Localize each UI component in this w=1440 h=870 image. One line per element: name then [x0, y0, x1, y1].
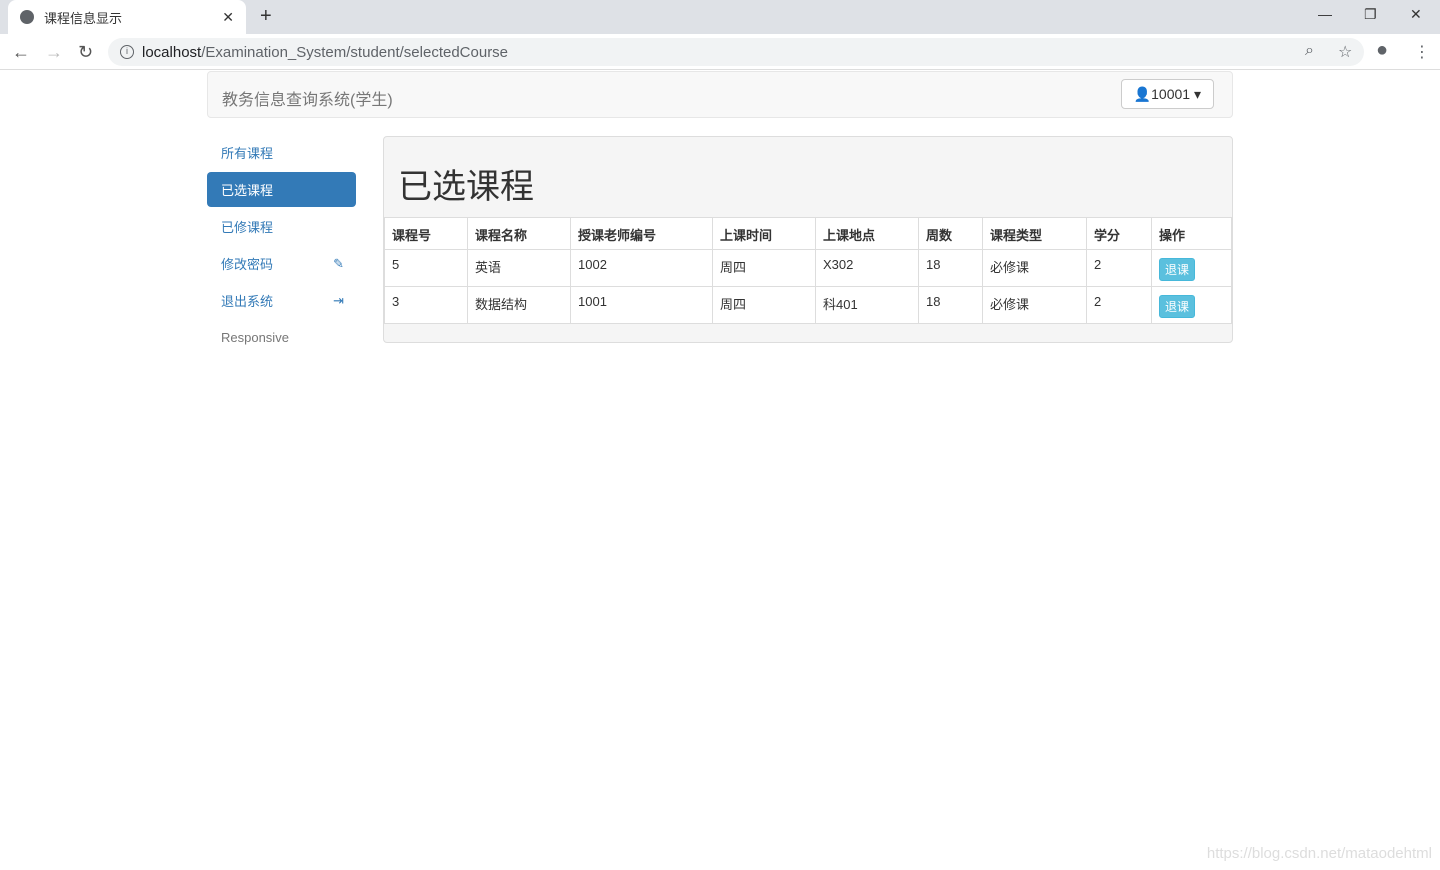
minimize-icon[interactable]: — [1318, 6, 1332, 22]
zoom-icon[interactable]: ⌕ [1305, 42, 1314, 60]
sidebar-item-completed-courses[interactable]: 已修课程 [207, 208, 356, 245]
table-cell: 周四 [712, 286, 816, 324]
watermark: https://blog.csdn.net/mataodehtml [1206, 845, 1432, 862]
sidebar-item-selected-courses[interactable]: 已选课程 [207, 172, 356, 207]
logout-icon: ⇥ [333, 292, 344, 308]
page-title: 已选课程 [398, 168, 534, 206]
restore-icon[interactable]: ❐ [1364, 6, 1377, 23]
url-host: localhost [142, 43, 202, 61]
table-header: 课程号 课程名称 授课老师编号 上课时间 上课地点 周数 课程类型 学分 操作 [384, 217, 1232, 250]
column-header: 课程类型 [982, 217, 1087, 250]
pencil-icon: ✎ [333, 255, 344, 271]
sidebar-item-change-password[interactable]: 修改密码 ✎ [207, 245, 356, 282]
column-header: 课程名称 [467, 217, 571, 250]
table-cell: 退课 [1151, 249, 1232, 287]
sidebar-item-label: Responsive [221, 330, 289, 345]
table-cell: 3 [384, 286, 468, 324]
browser-tab[interactable]: 课程信息显示 ✕ [8, 0, 246, 34]
sidebar-item-label: 退出系统 [221, 294, 274, 309]
table-cell: 18 [918, 249, 983, 287]
reload-icon[interactable]: ↻ [78, 42, 93, 63]
url-input[interactable]: i localhost/Examination_System/student/s… [108, 38, 1364, 66]
table-cell: X302 [815, 249, 919, 287]
globe-icon [20, 10, 34, 24]
tab-bar: 课程信息显示 ✕ + — ❐ ✕ [0, 0, 1440, 34]
user-dropdown-button[interactable]: 👤10001 ▾ [1120, 79, 1214, 109]
table-cell: 必修课 [982, 249, 1087, 287]
column-header: 上课地点 [815, 217, 919, 250]
column-header: 上课时间 [712, 217, 816, 250]
column-header: 周数 [918, 217, 983, 250]
sidebar-item-all-courses[interactable]: 所有课程 [207, 134, 356, 171]
table-cell: 18 [918, 286, 983, 324]
column-header: 课程号 [384, 217, 468, 250]
sidebar-item-label: 修改密码 [221, 257, 274, 272]
table-cell: 科401 [815, 286, 919, 324]
course-table: 课程号 课程名称 授课老师编号 上课时间 上课地点 周数 课程类型 学分 操作 5 英语 1002 周… [384, 217, 1232, 324]
caret-down-icon: ▾ [1193, 86, 1201, 102]
sidebar-item-label: 所有课程 [221, 146, 274, 161]
table-cell: 1001 [570, 286, 713, 324]
address-bar-row: ← → ↻ i localhost/Examination_System/stu… [0, 34, 1440, 70]
url-path: /Examination_System/student/selectedCour… [201, 43, 509, 61]
brand[interactable]: 教务信息查询系统(学生) [222, 86, 393, 110]
column-header: 操作 [1151, 217, 1232, 250]
column-header: 授课老师编号 [570, 217, 713, 250]
sidebar-item-logout[interactable]: 退出系统 ⇥ [207, 282, 356, 319]
forward-icon[interactable]: → [45, 42, 63, 63]
star-icon[interactable]: ☆ [1338, 42, 1352, 62]
tab-title: 课程信息显示 [44, 10, 123, 26]
sidebar-item-responsive[interactable]: Responsive [207, 319, 356, 356]
table-cell: 英语 [467, 249, 571, 287]
user-id: 10001 [1151, 86, 1191, 102]
sidebar-item-label: 已修课程 [221, 220, 274, 235]
sidebar: 所有课程 已选课程 已修课程 修改密码 ✎ 退出系统 ⇥ Responsive [207, 134, 356, 356]
table-row: 3 数据结构 1001 周四 科401 18 必修课 2 退课 [384, 286, 1232, 324]
user-icon: 👤 [1133, 86, 1152, 102]
table-cell: 必修课 [982, 286, 1087, 324]
close-tab-icon[interactable]: ✕ [222, 9, 234, 26]
close-window-icon[interactable]: ✕ [1410, 6, 1422, 23]
table-cell: 周四 [712, 249, 816, 287]
navbar: 教务信息查询系统(学生) 👤10001 ▾ [207, 71, 1233, 118]
profile-icon[interactable]: ● [1376, 39, 1388, 62]
table-cell: 数据结构 [467, 286, 571, 324]
table-cell: 退课 [1151, 286, 1232, 324]
drop-course-button[interactable]: 退课 [1159, 295, 1196, 318]
column-header: 学分 [1086, 217, 1152, 250]
drop-course-button[interactable]: 退课 [1159, 258, 1196, 281]
back-icon[interactable]: ← [12, 42, 30, 63]
table-cell: 1002 [570, 249, 713, 287]
table-row: 5 英语 1002 周四 X302 18 必修课 2 退课 [384, 249, 1232, 287]
menu-icon[interactable]: ⋮ [1414, 42, 1430, 62]
course-panel: 已选课程 课程号 课程名称 授课老师编号 上课时间 上课地点 周数 课程类型 学分 操作 5 英语… [383, 136, 1233, 343]
table-cell: 2 [1086, 249, 1152, 287]
table-cell: 2 [1086, 286, 1152, 324]
sidebar-item-label: 已选课程 [221, 183, 274, 198]
table-cell: 5 [384, 249, 468, 287]
new-tab-icon[interactable]: + [260, 5, 272, 28]
info-icon[interactable]: i [120, 45, 134, 59]
